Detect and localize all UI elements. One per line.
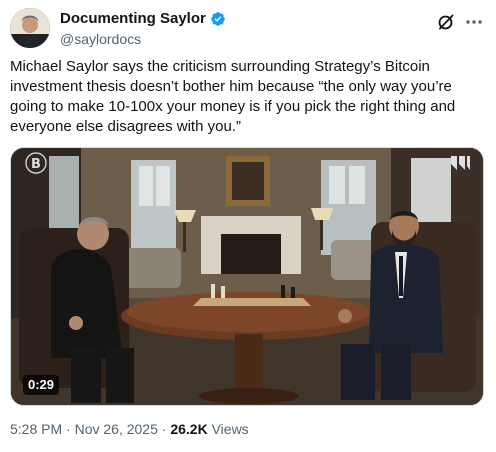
display-name[interactable]: Documenting Saylor xyxy=(60,9,206,29)
tweet-meta: 5:28 PM · Nov 26, 2025 · 26.2K Views xyxy=(10,420,249,439)
meta-separator: · xyxy=(62,421,75,437)
video-thumbnail xyxy=(11,148,483,405)
grok-icon[interactable] xyxy=(436,12,456,32)
video-player[interactable]: B 0:29 xyxy=(10,147,484,406)
tweet-header: Documenting Saylor @saylordocs xyxy=(10,8,486,48)
tweet-text: Michael Saylor says the criticism surrou… xyxy=(10,58,460,135)
avatar[interactable] xyxy=(10,8,50,48)
bitcoin-b-logo-icon: B xyxy=(25,152,47,174)
timestamp-date[interactable]: Nov 26, 2025 xyxy=(75,421,158,437)
views-count[interactable]: 26.2K xyxy=(170,421,207,437)
channel-logo-icon xyxy=(449,154,471,172)
timestamp-time[interactable]: 5:28 PM xyxy=(10,421,62,437)
meta-separator: · xyxy=(157,421,171,437)
views-label: Views xyxy=(207,421,249,437)
video-duration: 0:29 xyxy=(23,375,60,395)
more-options-icon[interactable] xyxy=(464,12,484,32)
svg-text:B: B xyxy=(31,157,41,172)
verified-badge-icon xyxy=(210,11,226,27)
handle[interactable]: @saylordocs xyxy=(60,30,226,49)
